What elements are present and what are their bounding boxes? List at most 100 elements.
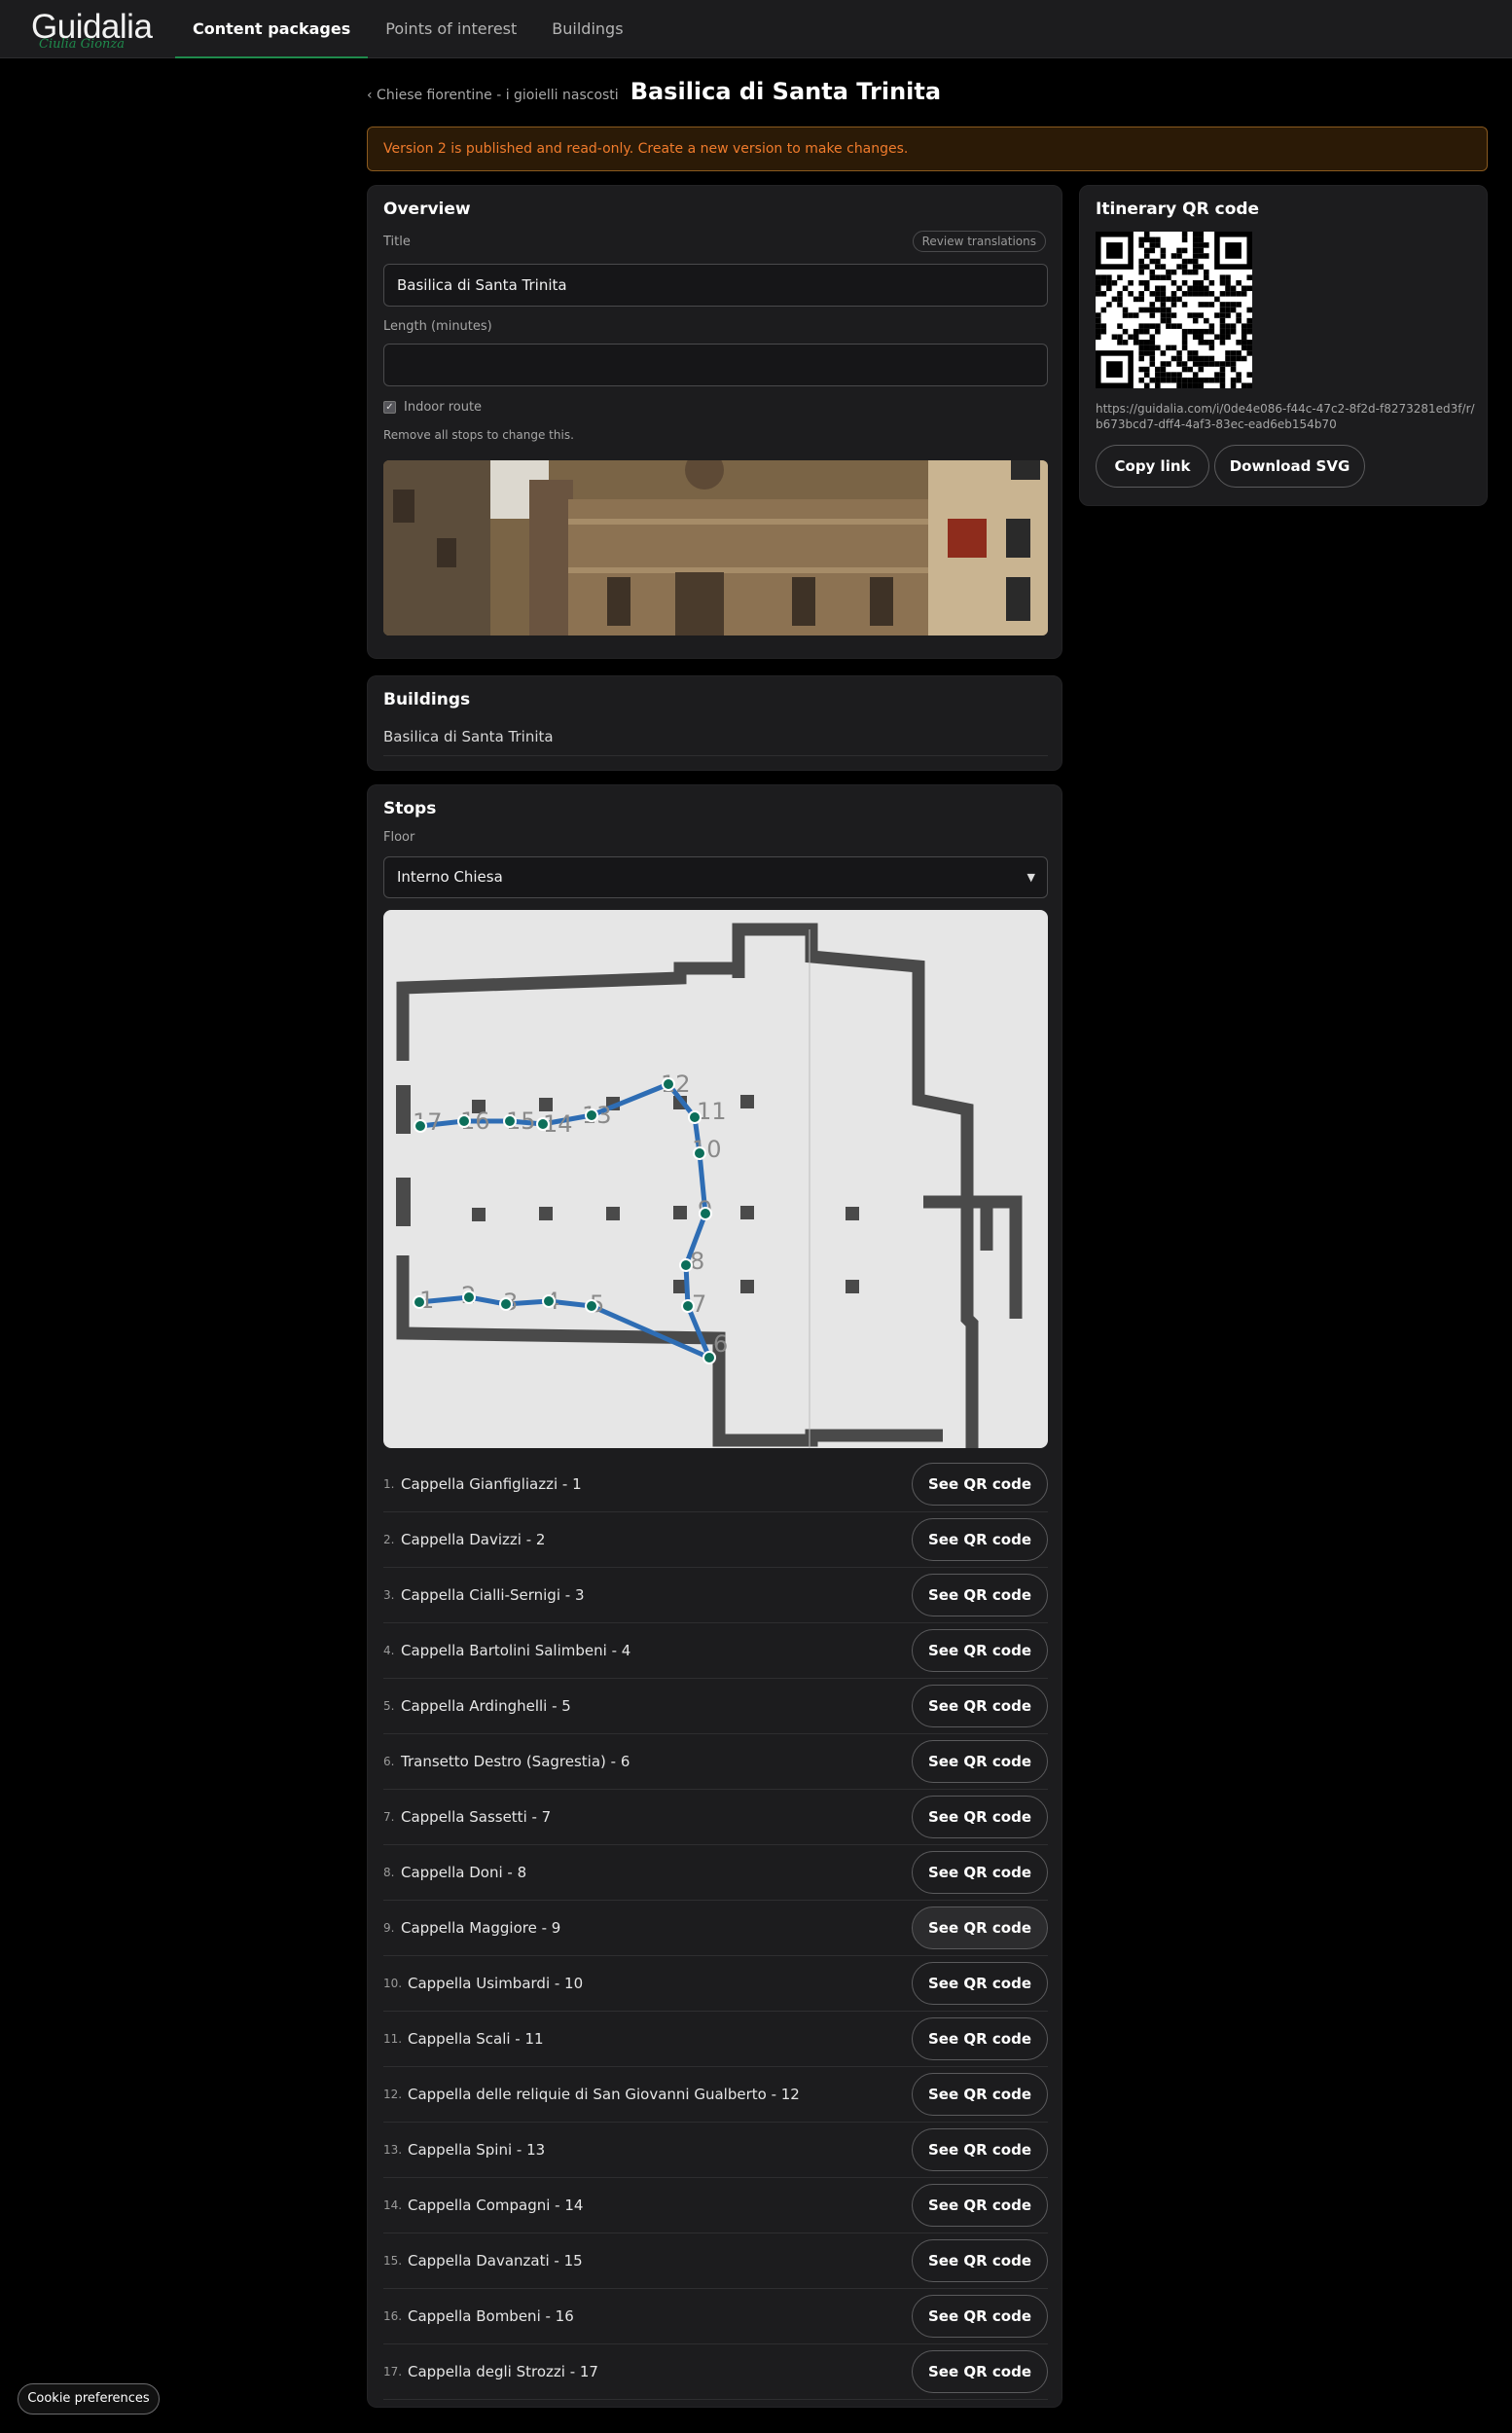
qr-code-graphic <box>1096 232 1252 388</box>
stop-number: 5. <box>383 1699 395 1713</box>
see-qr-code-button[interactable]: See QR code <box>912 1851 1048 1894</box>
breadcrumb-back-link[interactable]: ‹ Chiese fiorentine - i gioielli nascost… <box>367 88 619 103</box>
stop-row: 4. Cappella Bartolini Salimbeni - 4 See QR… <box>383 1623 1048 1679</box>
stop-row: 10. Cappella Usimbardi - 10 See QR code <box>383 1956 1048 2012</box>
stop-row: 17. Cappella degli Strozzi - 17 See QR cod… <box>383 2344 1048 2400</box>
length-label: Length (minutes) <box>383 319 492 334</box>
see-qr-code-button[interactable]: See QR code <box>912 1906 1048 1949</box>
map-stop-marker[interactable] <box>681 1299 695 1313</box>
stop-number: 4. <box>383 1644 395 1657</box>
building-list-item[interactable]: Basilica di Santa Trinita <box>383 725 1048 756</box>
map-stop-marker[interactable] <box>679 1258 693 1272</box>
qr-heading: Itinerary QR code <box>1096 200 1260 219</box>
see-qr-code-button[interactable]: See QR code <box>912 1518 1048 1561</box>
read-only-alert: Version 2 is published and read-only. Cr… <box>367 127 1488 171</box>
map-stop-marker[interactable] <box>585 1108 598 1122</box>
stop-name: Cappella Ardinghelli - 5 <box>401 1697 571 1715</box>
stop-number: 17. <box>383 2365 403 2379</box>
nav-tab-content-packages[interactable]: Content packages <box>175 0 369 58</box>
map-stop-label: 11 <box>697 1098 727 1125</box>
stop-row: 6. Transetto Destro (Sagrestia) - 6 See QR… <box>383 1734 1048 1790</box>
stop-name: Cappella Spini - 13 <box>408 2141 546 2159</box>
see-qr-code-button[interactable]: See QR code <box>912 2128 1048 2171</box>
see-qr-code-button[interactable]: See QR code <box>912 1740 1048 1783</box>
stop-number: 12. <box>383 2088 403 2101</box>
stop-name: Cappella Usimbardi - 10 <box>408 1975 584 1992</box>
stop-number: 13. <box>383 2143 403 2157</box>
stop-row: 16. Cappella Bombeni - 16 See QR code <box>383 2289 1048 2344</box>
see-qr-code-button[interactable]: See QR code <box>912 2350 1048 2393</box>
map-stop-marker[interactable] <box>662 1077 675 1091</box>
stop-name: Cappella Davanzati - 15 <box>408 2252 583 2270</box>
stop-number: 8. <box>383 1866 395 1879</box>
see-qr-code-button[interactable]: See QR code <box>912 1685 1048 1727</box>
stop-number: 1. <box>383 1477 395 1491</box>
stop-row: 3. Cappella Cialli-Sernigi - 3 See QR code <box>383 1568 1048 1623</box>
nav-tab-points-of-interest[interactable]: Points of interest <box>368 0 534 58</box>
floor-select[interactable]: Interno Chiesa ▼ <box>383 856 1048 898</box>
title-input[interactable] <box>383 264 1048 307</box>
itinerary-url: https://guidalia.com/i/0de4e086-f44c-47c… <box>1096 402 1475 431</box>
length-input[interactable] <box>383 344 1048 386</box>
cookie-preferences-button[interactable]: Cookie preferences <box>18 2383 160 2415</box>
stop-number: 2. <box>383 1533 395 1546</box>
see-qr-code-button[interactable]: See QR code <box>912 2017 1048 2060</box>
see-qr-code-button[interactable]: See QR code <box>912 1463 1048 1506</box>
map-stop-marker[interactable] <box>499 1297 513 1311</box>
stop-name: Cappella Sassetti - 7 <box>401 1808 552 1826</box>
stop-row: 2. Cappella Davizzi - 2 See QR code <box>383 1512 1048 1568</box>
map-stop-marker[interactable] <box>503 1114 517 1128</box>
map-stop-marker[interactable] <box>702 1351 716 1364</box>
see-qr-code-button[interactable]: See QR code <box>912 1574 1048 1616</box>
basilica-facade-photo <box>383 460 1048 635</box>
map-stop-marker[interactable] <box>585 1299 598 1313</box>
map-stop-marker[interactable] <box>536 1117 550 1131</box>
map-stop-marker[interactable] <box>688 1110 702 1124</box>
stop-name: Transetto Destro (Sagrestia) - 6 <box>401 1753 630 1770</box>
see-qr-code-button[interactable]: See QR code <box>912 2073 1048 2116</box>
indoor-route-row: ✓ Indoor route <box>383 400 482 415</box>
stop-row: 5. Cappella Ardinghelli - 5 See QR code <box>383 1679 1048 1734</box>
stop-row: 14. Cappella Compagni - 14 See QR code <box>383 2178 1048 2233</box>
see-qr-code-button[interactable]: See QR code <box>912 2295 1048 2338</box>
see-qr-code-button[interactable]: See QR code <box>912 1796 1048 1838</box>
stop-number: 7. <box>383 1810 395 1824</box>
see-qr-code-button[interactable]: See QR code <box>912 2184 1048 2227</box>
stop-number: 10. <box>383 1977 403 1990</box>
see-qr-code-button[interactable]: See QR code <box>912 2239 1048 2282</box>
map-stop-marker[interactable] <box>462 1290 476 1304</box>
stop-number: 16. <box>383 2309 403 2323</box>
guidalia-logo[interactable]: Guidalia Ciulia Gionza <box>31 8 158 52</box>
copy-link-button[interactable]: Copy link <box>1096 445 1209 488</box>
main-nav: Content packages Points of interest Buil… <box>175 0 641 58</box>
review-translations-button[interactable]: Review translations <box>912 231 1046 252</box>
floor-plan-map[interactable]: 1234567891011121314151617 <box>383 910 1048 1448</box>
map-stop-marker[interactable] <box>542 1294 556 1308</box>
see-qr-code-button[interactable]: See QR code <box>912 1629 1048 1672</box>
indoor-route-hint: Remove all stops to change this. <box>383 428 574 442</box>
map-stop-marker[interactable] <box>413 1295 426 1309</box>
stop-row: 9. Cappella Maggiore - 9 See QR code <box>383 1901 1048 1956</box>
map-stop-marker[interactable] <box>699 1207 712 1220</box>
see-qr-code-button[interactable]: See QR code <box>912 1962 1048 2005</box>
floor-plan-walls <box>396 923 1023 1448</box>
stop-name: Cappella Cialli-Sernigi - 3 <box>401 1586 585 1604</box>
stop-row: 8. Cappella Doni - 8 See QR code <box>383 1845 1048 1901</box>
map-stop-marker[interactable] <box>693 1146 706 1160</box>
stop-name: Cappella Bombeni - 16 <box>408 2307 574 2325</box>
stop-number: 3. <box>383 1588 395 1602</box>
title-label: Title <box>383 235 411 249</box>
stop-number: 11. <box>383 2032 403 2046</box>
map-stop-marker[interactable] <box>414 1119 427 1133</box>
map-stop-marker[interactable] <box>457 1114 471 1128</box>
itinerary-qr-code <box>1096 232 1252 388</box>
download-svg-button[interactable]: Download SVG <box>1214 445 1365 488</box>
stop-name: Cappella Doni - 8 <box>401 1864 527 1881</box>
nav-tab-buildings[interactable]: Buildings <box>534 0 640 58</box>
indoor-route-checkbox[interactable]: ✓ <box>383 401 396 414</box>
stop-row: 12. Cappella delle reliquie di San Giovan… <box>383 2067 1048 2123</box>
floor-plan-svg: 1234567891011121314151617 <box>396 923 1023 1448</box>
stop-row: 11. Cappella Scali - 11 See QR code <box>383 2012 1048 2067</box>
buildings-heading: Buildings <box>383 690 471 709</box>
stop-number: 14. <box>383 2198 403 2212</box>
